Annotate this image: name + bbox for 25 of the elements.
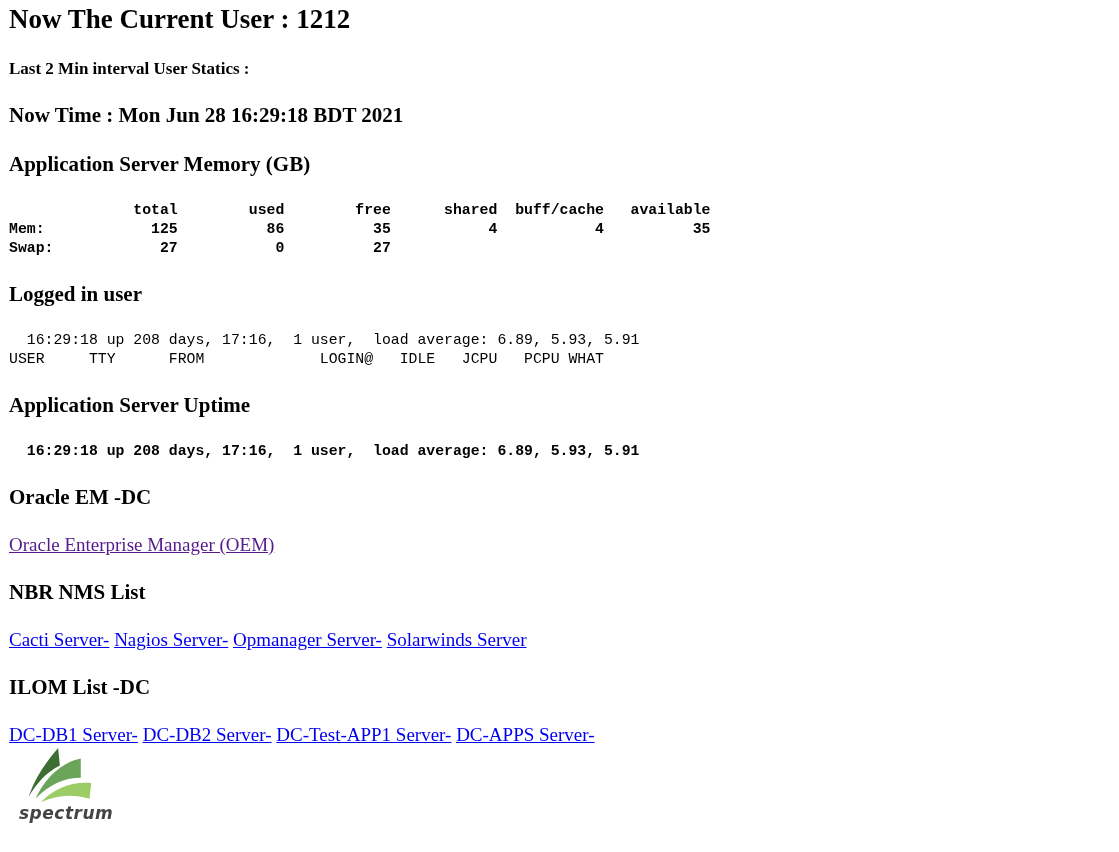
page-title: Now The Current User : 1212 (9, 4, 351, 35)
console-line: 16:29:18 up 208 days, 17:16, 1 user, load average: 6.89, 5.93, 5.91 (25, 443, 640, 459)
link[interactable]: DC-Test-APP1 Server- (276, 724, 452, 745)
link[interactable]: Opmanager Server- (233, 629, 382, 650)
link[interactable]: DC-DB1 Server- (9, 724, 138, 745)
now-time: Now Time : Mon Jun 28 16:29:18 BDT 2021 (9, 103, 404, 128)
section-heading: Application Server Memory (GB) (9, 152, 311, 177)
section-heading: Application Server Uptime (9, 393, 251, 418)
link[interactable]: DC-APPS Server- (456, 724, 595, 745)
link[interactable]: Oracle Enterprise Manager (OEM) (9, 534, 275, 555)
section-heading: NBR NMS List (9, 580, 146, 605)
console-line: Swap: 27 0 27 (9, 240, 391, 256)
console-line: USER TTY FROM LOGIN@ IDLE JCPU PCPU WHAT (9, 351, 604, 367)
section-heading: Logged in user (9, 282, 142, 307)
console-line: total used free shared buff/cache available (132, 202, 711, 218)
section-heading: Oracle EM -DC (9, 485, 152, 510)
console-line: Mem: 125 86 35 4 4 35 (9, 221, 711, 237)
link[interactable]: Nagios Server- (114, 629, 229, 650)
link[interactable]: DC-DB2 Server- (142, 724, 272, 745)
link[interactable]: Cacti Server- (9, 629, 110, 650)
console-line: 16:29:18 up 208 days, 17:16, 1 user, load average: 6.89, 5.93, 5.91 (25, 332, 640, 348)
subtitle: Last 2 Min interval User Statics : (9, 59, 250, 79)
section-heading: ILOM List -DC (9, 675, 151, 700)
link[interactable]: Solarwinds Server (386, 629, 527, 650)
logo-text: spectrum (19, 804, 114, 823)
